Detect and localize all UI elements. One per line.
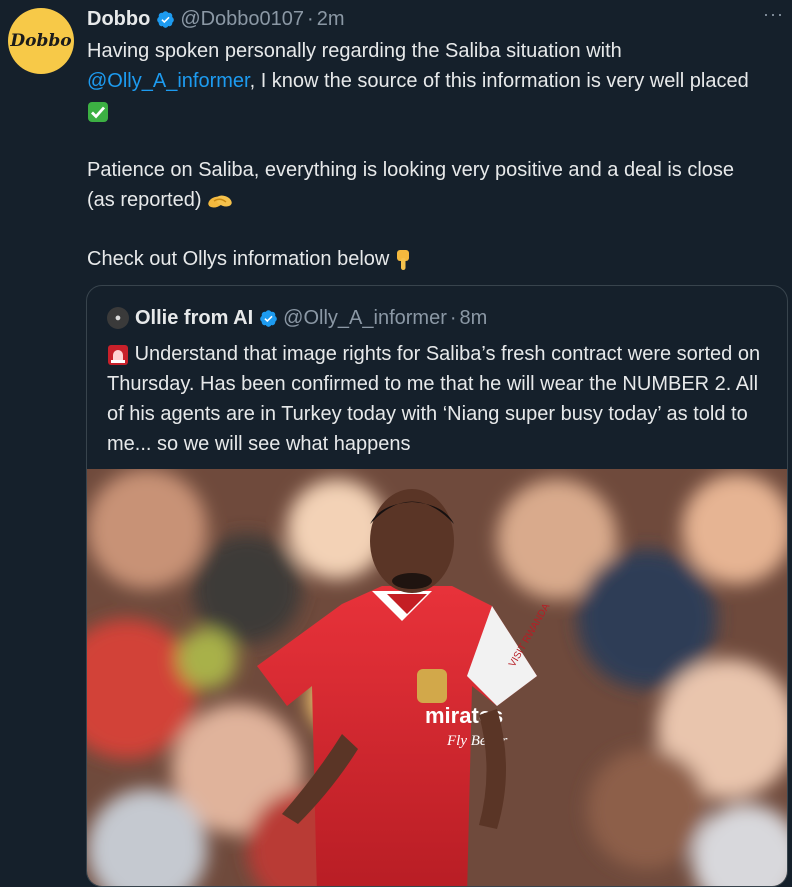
quoted-tweet-text: Understand that image rights for Saliba’… (107, 339, 777, 459)
paragraph-text: , I know the source of this information … (249, 70, 749, 92)
tweet-paragraph-1: Having spoken personally regarding the S… (87, 36, 767, 126)
tweet-header: Dobbo @Dobbo0107 · 2m (87, 6, 772, 32)
pointing-down-emoji-icon (396, 249, 409, 270)
header-separator: · (307, 7, 314, 30)
paragraph-text: Check out Ollys information below (87, 248, 390, 270)
paragraph-text: Having spoken personally regarding the S… (87, 40, 622, 62)
author-avatar[interactable]: Dobbo (8, 8, 74, 74)
verified-badge-icon (260, 309, 277, 327)
paragraph-text: Patience on Saliba, everything is lookin… (87, 159, 735, 211)
quoted-author-avatar[interactable]: ● (107, 307, 129, 329)
tweet-text: Having spoken personally regarding the S… (87, 36, 767, 303)
quoted-author-name[interactable]: Ollie from AI (135, 307, 253, 330)
more-options-icon[interactable]: ··· (763, 4, 784, 25)
header-separator: · (449, 306, 457, 329)
quoted-tweet-photo[interactable]: mirates Fly Better VISIT RWANDA (87, 469, 787, 886)
siren-emoji-icon (108, 344, 128, 365)
quoted-tweet-card[interactable]: ● Ollie from AI @Olly_A_informer · 8m Un… (86, 285, 788, 887)
mention-link[interactable]: @Olly_A_informer (87, 70, 250, 92)
quoted-author-handle[interactable]: @Olly_A_informer (283, 307, 447, 330)
author-name[interactable]: Dobbo (87, 8, 150, 31)
avatar-logo-text: Dobbo (10, 31, 72, 51)
verified-badge-icon (157, 10, 175, 28)
player-photo-illustration: mirates Fly Better VISIT RWANDA (87, 469, 787, 886)
tweet-paragraph-2: Patience on Saliba, everything is lookin… (87, 155, 767, 215)
check-mark-emoji-icon (88, 101, 108, 122)
quoted-text-body: Understand that image rights for Saliba’… (107, 343, 761, 455)
tweet-time[interactable]: 2m (317, 8, 345, 31)
quoted-tweet-header: ● Ollie from AI @Olly_A_informer · 8m (107, 304, 487, 332)
tweet-paragraph-3: Check out Ollys information below (87, 244, 767, 274)
quoted-tweet-time[interactable]: 8m (460, 307, 488, 330)
handshake-emoji-icon (208, 195, 232, 208)
author-handle[interactable]: @Dobbo0107 (180, 8, 304, 31)
